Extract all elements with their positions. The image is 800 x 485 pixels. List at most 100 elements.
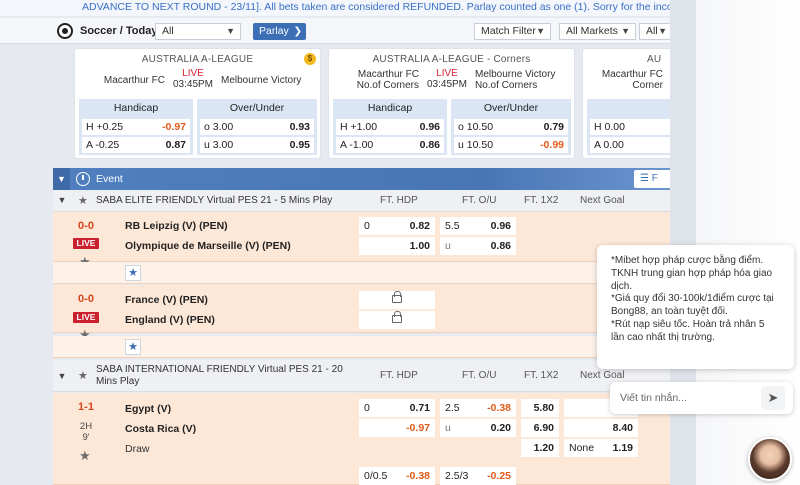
chevron-down-icon: ▼	[536, 26, 545, 36]
odds-line: 0	[364, 220, 370, 232]
draw-label: Draw	[125, 443, 150, 455]
match-filter-select[interactable]: Match Filter ▼	[474, 23, 551, 40]
odds-cell[interactable]: 6.90	[521, 419, 559, 437]
odds-cell[interactable]: H 0.00	[590, 119, 670, 135]
odds-cell[interactable]: u 10.50 -0.99	[454, 137, 568, 153]
match-minute: 9'	[82, 432, 90, 443]
odds-value: -0.97	[162, 121, 186, 133]
odds-cell[interactable]: -0.97	[359, 419, 435, 437]
match-score: 1-1	[78, 401, 94, 413]
odds-cell[interactable]: A -0.25 0.87	[82, 137, 190, 153]
over-under-market: Over/Under o 3.00 0.93 u 3.00 0.95	[197, 99, 317, 155]
match-score: 0-0	[78, 220, 94, 232]
odds-cell[interactable]: 0 0.71	[359, 399, 435, 417]
soccer-ball-icon	[57, 23, 73, 39]
odds-line: None	[569, 442, 595, 454]
odds-cell[interactable]: 0/0.5 -0.38	[359, 467, 435, 485]
featured-card[interactable]: AUSTRALIA A-LEAGUE $ Macarthur FC LIVE 0…	[74, 48, 321, 159]
odds-cell[interactable]: 5.5 0.96	[440, 217, 516, 235]
chat-message-bubble: *Mibet hợp pháp cược bằng điểm. TKNH tru…	[597, 245, 794, 369]
away-team: Costa Rica (V)	[125, 423, 197, 435]
card-league: AUSTRALIA A-LEAGUE	[141, 54, 254, 65]
favorite-star-icon[interactable]: ★	[125, 265, 141, 281]
star-icon[interactable]: ★	[78, 194, 88, 207]
parlay-label: Parlay	[259, 25, 289, 37]
odds-cell[interactable]: o 10.50 0.79	[454, 119, 568, 135]
card-live-status: LIVE	[182, 68, 204, 79]
filter-button[interactable]: ☰ F	[634, 170, 670, 188]
favorite-star-icon[interactable]: ★	[125, 339, 141, 355]
chat-input[interactable]: Viết tin nhắn... ➤	[610, 382, 793, 414]
odds-cell[interactable]: A -1.00 0.86	[336, 137, 444, 153]
handicap-market: H 0.00 A 0.00	[587, 99, 670, 155]
odds-value: 0.20	[490, 422, 511, 434]
chat-input-placeholder: Viết tin nhắn...	[620, 392, 687, 404]
column-next-goal: Next Goal	[580, 195, 625, 206]
featured-matches: AUSTRALIA A-LEAGUE $ Macarthur FC LIVE 0…	[0, 44, 670, 162]
chevron-down-icon[interactable]: ▼	[53, 190, 71, 211]
announcement-ticker: ADVANCE TO NEXT ROUND - 23/11]. All bets…	[0, 0, 670, 16]
league-header[interactable]: ▼ ★ SABA ELITE FRIENDLY Virtual PES 21 -…	[53, 190, 670, 212]
handicap-market: Handicap H +0.25 -0.97 A -0.25 0.87	[79, 99, 193, 155]
odds-cell[interactable]: 2.5/3 -0.25	[440, 467, 516, 485]
odds-line: H +0.25	[86, 121, 124, 133]
odds-value: 0.96	[419, 121, 440, 133]
card-home-team: Macarthur FC No.of Corners	[356, 69, 419, 91]
odds-cell[interactable]: None 1.19	[564, 439, 638, 457]
odds-value: 6.90	[533, 422, 554, 434]
send-icon[interactable]: ➤	[761, 386, 785, 410]
markets-select[interactable]: All Markets ▼	[559, 23, 636, 40]
league-header[interactable]: ▼ ★ SABA INTERNATIONAL FRIENDLY Virtual …	[53, 360, 670, 392]
odds-line: A -1.00	[340, 139, 374, 151]
odds-value: 0.86	[419, 139, 440, 151]
odds-cell[interactable]: u 3.00 0.95	[200, 137, 314, 153]
card-league: AU	[647, 54, 662, 65]
odds-value: 0.86	[490, 240, 511, 252]
parlay-button[interactable]: Parlay ❯	[253, 23, 306, 40]
featured-card[interactable]: AU Macarthur FC Corner H 0.00 A 0.00	[582, 48, 670, 159]
odds-line: o 3.00	[204, 121, 234, 133]
odds-value: -0.97	[406, 422, 430, 434]
odds-value: 8.40	[612, 422, 633, 434]
odds-cell[interactable]: u 0.20	[440, 419, 516, 437]
featured-card[interactable]: AUSTRALIA A-LEAGUE - Corners Macarthur F…	[328, 48, 575, 159]
star-icon[interactable]: ★	[79, 448, 91, 464]
chevron-down-icon: ▼	[621, 26, 630, 36]
sport-title: Soccer / Today	[80, 25, 158, 37]
odds-value: -0.38	[487, 402, 511, 414]
odds-cell[interactable]: 8.40	[564, 419, 638, 437]
arrow-right-icon: ❯	[293, 26, 302, 37]
star-icon[interactable]: ★	[78, 369, 88, 382]
card-time: 03:45PM	[426, 79, 468, 90]
handicap-title: Handicap	[367, 102, 413, 114]
odds-value: -0.99	[540, 139, 564, 151]
odds-cell[interactable]: H +1.00 0.96	[336, 119, 444, 135]
column-ft-ou: FT. O/U	[462, 195, 497, 206]
odds-cell[interactable]: 0 0.82	[359, 217, 435, 235]
chevron-down-icon: ▼	[226, 26, 235, 36]
odds-cell[interactable]: 1.00	[359, 237, 435, 255]
time-filter-select[interactable]: All ▼	[155, 23, 241, 40]
time-filter-value: All	[162, 25, 174, 37]
away-team: Olympique de Marseille (V) (PEN)	[125, 240, 291, 252]
odds-line: 0	[364, 402, 370, 414]
odds-cell[interactable]: A 0.00	[590, 137, 670, 153]
odds-cell[interactable]: o 3.00 0.93	[200, 119, 314, 135]
collapse-icon[interactable]: ▼	[53, 168, 70, 190]
odds-cell[interactable]: 5.80	[521, 399, 559, 417]
chat-avatar[interactable]	[748, 437, 792, 481]
odds-cell[interactable]: u 0.86	[440, 237, 516, 255]
match-row: 0-0 LIVE RB Leipzig (V) (PEN) Olympique …	[53, 212, 670, 269]
odds-line: A -0.25	[86, 139, 120, 151]
odds-type-select[interactable]: All ▼	[639, 23, 670, 40]
odds-cell[interactable]: H +0.25 -0.97	[82, 119, 190, 135]
card-home-team: Macarthur FC Corner	[601, 69, 663, 91]
odds-cell[interactable]: 2.5 -0.38	[440, 399, 516, 417]
event-bar: ▼ Event ☰ F	[53, 168, 670, 190]
odds-line: u 10.50	[458, 139, 494, 151]
chevron-down-icon: ▼	[658, 26, 667, 36]
chevron-down-icon[interactable]: ▼	[53, 360, 71, 391]
column-ft-hdp: FT. HDP	[380, 370, 418, 381]
odds-cell[interactable]: 1.20	[521, 439, 559, 457]
match-actions-strip: ★	[53, 262, 670, 284]
